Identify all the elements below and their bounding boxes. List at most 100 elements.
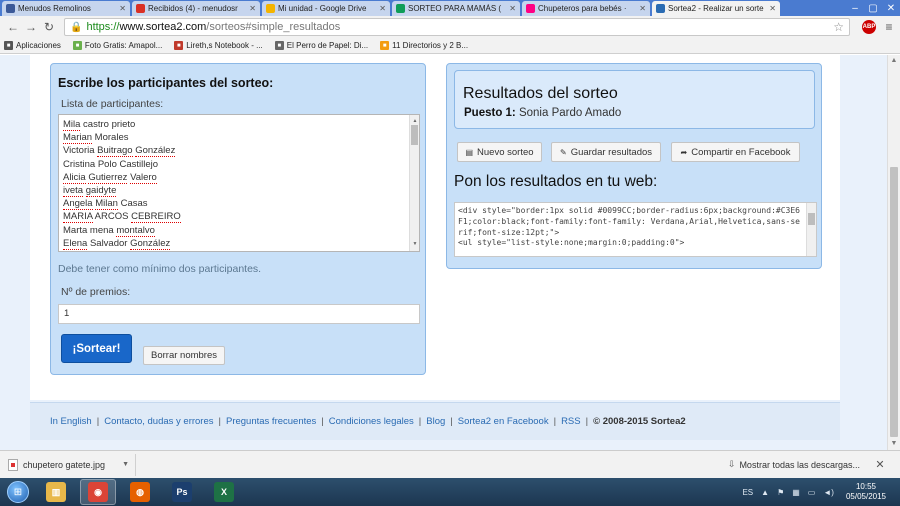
reload-icon[interactable]: ↻: [40, 18, 58, 36]
draw-button[interactable]: ¡Sortear!: [61, 334, 132, 363]
tab-label: Sortea2 - Realizar un sorte: [668, 4, 764, 13]
textarea-scrollbar[interactable]: ▲ ▼: [409, 115, 419, 251]
tab-close-icon[interactable]: ✕: [639, 4, 646, 13]
new-draw-button[interactable]: ▤ Nuevo sorteo: [457, 142, 542, 162]
tab-label: Chupeteros para bebés ·: [538, 4, 627, 13]
footer-link[interactable]: RSS: [561, 416, 581, 427]
chevron-down-icon[interactable]: ▼: [122, 461, 129, 468]
copyright: © 2008-2015 Sortea2: [593, 416, 686, 427]
tab-label: SORTEO PARA MAMÁS (: [408, 4, 502, 13]
bookmark-item[interactable]: ■ El Perro de Papel: Di...: [274, 41, 368, 50]
forward-icon[interactable]: →: [22, 18, 40, 36]
battery-icon[interactable]: ▭: [808, 488, 816, 497]
embed-code-textarea[interactable]: <div style="border:1px solid #0099CC;bor…: [454, 202, 817, 257]
window-controls: – ▢ ✕: [846, 0, 900, 16]
explorer-icon: ▥: [46, 482, 66, 502]
close-window-icon[interactable]: ✕: [882, 0, 900, 16]
participants-textarea[interactable]: Mila castro prieto Marian Morales Victoria…: [58, 114, 420, 252]
code-scrollbar[interactable]: [806, 203, 816, 256]
excel-taskbar-button[interactable]: X: [206, 479, 242, 505]
browser-tab[interactable]: Chupeteros para bebés · ✕: [522, 1, 650, 16]
explorer-taskbar-button[interactable]: ▥: [38, 479, 74, 505]
textarea-scroll-thumb[interactable]: [411, 125, 418, 145]
participant-line: Cristina Polo Castillejo: [63, 158, 159, 170]
share-facebook-button[interactable]: ➦ Compartir en Facebook: [671, 142, 800, 162]
facebook-icon: [6, 4, 15, 13]
network-icon[interactable]: ▦: [792, 488, 800, 497]
clock[interactable]: 10:55 05/05/2015: [846, 482, 886, 502]
lock-icon: 🔒: [70, 21, 83, 33]
gmail-icon: [136, 4, 145, 13]
page-viewport: Escribe los participantes del sorteo: Li…: [0, 55, 887, 450]
participant-line: Marta mena montalvo: [63, 224, 155, 237]
photoshop-icon: Ps: [172, 482, 192, 502]
scroll-up-icon[interactable]: ▲: [888, 55, 900, 67]
chevron-up-icon[interactable]: ▲: [761, 488, 769, 497]
tab-close-icon[interactable]: ✕: [769, 4, 776, 13]
browser-tab[interactable]: Mi unidad - Google Drive ✕: [262, 1, 390, 16]
footer-link[interactable]: Condiciones legales: [329, 416, 414, 427]
participants-list-label: Lista de participantes:: [61, 98, 164, 110]
share-facebook-label: Compartir en Facebook: [691, 146, 791, 158]
url-path: /sorteos#simple_resultados: [206, 21, 341, 33]
photoshop-taskbar-button[interactable]: Ps: [164, 479, 200, 505]
tab-close-icon[interactable]: ✕: [379, 4, 386, 13]
bookmark-item[interactable]: ■ Foto Gratis: Amapol...: [72, 41, 162, 50]
participants-title: Escribe los participantes del sorteo:: [58, 76, 274, 90]
page-scroll-thumb[interactable]: [890, 167, 898, 437]
maximize-icon[interactable]: ▢: [864, 0, 882, 16]
menu-icon[interactable]: ≡: [882, 20, 896, 34]
language-indicator[interactable]: ES: [742, 488, 753, 497]
bookmark-label: 11 Directorios y 2 B...: [392, 41, 469, 50]
browser-tab[interactable]: Recibidos (4) - menudosr ✕: [132, 1, 260, 16]
clock-time: 10:55: [855, 482, 876, 491]
download-bar: chupetero gatete.jpg ▼ ⇩ Mostrar todas l…: [0, 450, 900, 478]
code-scroll-thumb[interactable]: [808, 213, 815, 225]
tab-close-icon[interactable]: ✕: [509, 4, 516, 13]
embed-code-text: <div style="border:1px solid #0099CC;bor…: [458, 206, 800, 248]
bookmark-star-icon[interactable]: ☆: [833, 20, 844, 34]
firefox-taskbar-button[interactable]: ◍: [122, 479, 158, 505]
browser-tab[interactable]: SORTEO PARA MAMÁS ( ✕: [392, 1, 520, 16]
browser-toolbar: ← → ↻ 🔒 https:// www.sortea2.com /sorteo…: [0, 16, 900, 38]
adblock-icon[interactable]: ABP: [862, 20, 876, 34]
clear-names-button[interactable]: Borrar nombres: [143, 346, 225, 365]
volume-icon[interactable]: ◄): [823, 488, 834, 497]
footer-link[interactable]: Contacto, dudas y errores: [104, 416, 213, 427]
place-label: Puesto 1:: [464, 107, 516, 119]
page-scrollbar[interactable]: ▲ ▼: [887, 55, 900, 450]
footer-link[interactable]: Preguntas frecuentes: [226, 416, 316, 427]
show-all-downloads-link[interactable]: ⇩ Mostrar todas las descargas...: [728, 459, 860, 470]
scroll-down-icon[interactable]: ▼: [888, 438, 900, 450]
scroll-down-icon[interactable]: ▼: [410, 238, 419, 251]
minimum-participants-hint: Debe tener como mínimo dos participantes…: [58, 263, 262, 275]
footer-link[interactable]: Blog: [426, 416, 445, 427]
footer-link[interactable]: Sortea2 en Facebook: [458, 416, 549, 427]
footer-separator: |: [321, 416, 324, 427]
back-icon[interactable]: ←: [4, 18, 22, 36]
edit-icon: ✎: [559, 147, 567, 157]
minimize-icon[interactable]: –: [846, 0, 864, 16]
start-button[interactable]: ⊞: [4, 478, 32, 506]
download-item[interactable]: chupetero gatete.jpg ▼: [4, 453, 136, 476]
bookmark-item[interactable]: ■ 11 Directorios y 2 B...: [380, 41, 468, 50]
bookmark-item[interactable]: ■ Aplicaciones: [4, 41, 61, 50]
flag-icon[interactable]: ⚑: [777, 488, 784, 497]
footer-link[interactable]: In English: [50, 416, 92, 427]
participant-line: Marian Morales: [63, 132, 129, 145]
chrome-taskbar-button[interactable]: ◉: [80, 479, 116, 505]
prizes-input[interactable]: 1: [58, 304, 420, 324]
address-bar[interactable]: 🔒 https:// www.sortea2.com /sorteos#simp…: [64, 18, 850, 36]
bookmark-label: Aplicaciones: [16, 41, 61, 50]
bookmark-item[interactable]: ■ Lireth,s Notebook - ...: [174, 41, 263, 50]
tab-close-icon[interactable]: ✕: [249, 4, 256, 13]
close-download-bar-icon[interactable]: ✕: [870, 458, 890, 471]
browser-tab[interactable]: Menudos Remolinos ✕: [2, 1, 130, 16]
sortea2-icon: [656, 4, 665, 13]
tab-close-icon[interactable]: ✕: [119, 4, 126, 13]
save-results-button[interactable]: ✎ Guardar resultados: [551, 142, 661, 162]
browser-tab[interactable]: Sortea2 - Realizar un sorte ✕: [652, 1, 780, 16]
firefox-icon: ◍: [130, 482, 150, 502]
flickr-icon: [526, 4, 535, 13]
show-all-downloads-label: Mostrar todas las descargas...: [739, 459, 860, 470]
